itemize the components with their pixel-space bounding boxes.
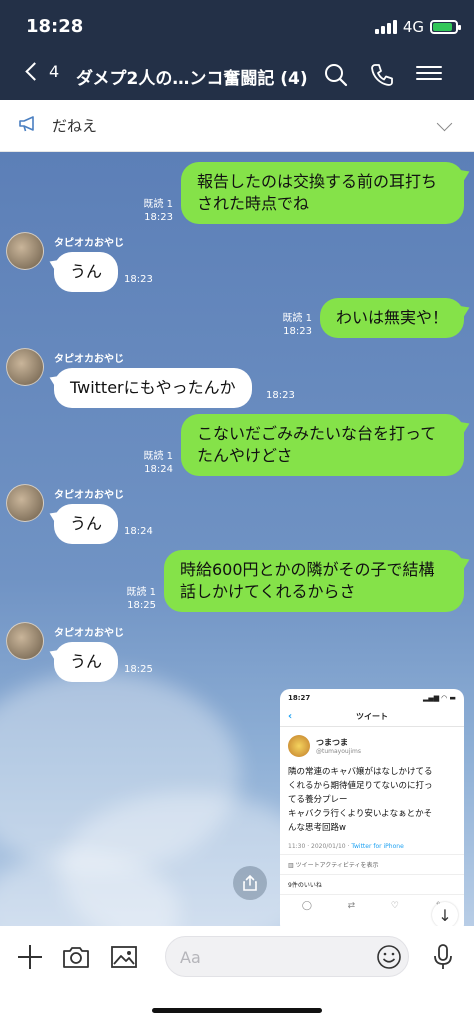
announcement-text: だねえ (52, 117, 98, 135)
message-row: 既読 1 18:23 わいは無実や！ (282, 298, 464, 338)
message-line: 話しかけてくれるからさ (180, 582, 356, 601)
message-row: 既読 1 18:24 こないだごみみたいな台を打って たんやけどさ (143, 414, 464, 476)
message-meta: 既読 1 18:25 (126, 586, 156, 612)
sender-name: タピオカおやじ (54, 490, 124, 501)
microphone-icon[interactable] (428, 942, 458, 972)
announcement-bar[interactable]: だねえ (0, 100, 474, 152)
message-meta: 既読 1 18:23 (282, 312, 312, 338)
message-input[interactable] (180, 946, 360, 968)
message-time: 18:23 (144, 212, 173, 223)
screenshot-avatar (288, 735, 310, 757)
received-message-bubble[interactable]: Twitterにもやったんか (54, 368, 252, 408)
megaphone-icon (18, 115, 38, 137)
message-row: 既読 1 18:23 報告したのは交換する前の耳打ち された時点でね (143, 162, 464, 224)
sent-message-bubble[interactable]: わいは無実や！ (319, 298, 464, 338)
reply-icon: ◯ (301, 901, 312, 911)
unread-count: 4 (49, 62, 60, 81)
sent-message-bubble[interactable]: 時給600円とかの隣がその子で結構 話しかけてくれるからさ (164, 550, 464, 612)
message-line: 時給600円とかの隣がその子で結構 (180, 560, 435, 579)
screenshot-back-icon: ‹ (288, 711, 293, 722)
screenshot-status-icons: ▂▄▆ ◠ ▬ (422, 694, 456, 702)
retweet-icon: ⇄ (347, 901, 356, 911)
chat-area[interactable]: 既読 1 18:23 報告したのは交換する前の耳打ち された時点でね タピオカお… (0, 152, 474, 926)
read-receipt: 既読 1 (143, 451, 173, 462)
screenshot-likes: 9件のいいね (280, 875, 464, 895)
back-button[interactable]: 4 (25, 62, 60, 81)
camera-icon[interactable] (61, 942, 91, 972)
message-time: 18:23 (266, 390, 295, 401)
avatar[interactable] (6, 232, 44, 270)
avatar[interactable] (6, 622, 44, 660)
search-icon[interactable] (323, 62, 349, 88)
input-bar (0, 926, 474, 1024)
screenshot-tweet-text: 隣の常連のキャバ嬢がはなしかけてる くれるから期待値足りてないのに打っ てる養分… (288, 767, 433, 833)
read-receipt: 既読 1 (282, 313, 312, 324)
message-line: わいは無実や！ (335, 308, 448, 327)
download-icon[interactable]: ↓ (432, 902, 458, 926)
image-icon[interactable] (109, 942, 139, 972)
received-message-bubble[interactable]: うん (54, 504, 119, 544)
screenshot-tweet-meta: 11:30 · 2020/01/10 · Twitter for iPhone (280, 839, 464, 855)
message-time: 18:25 (127, 600, 156, 611)
message-time: 18:25 (124, 664, 153, 675)
screenshot-user-name: つまつま (316, 738, 348, 747)
message-line: された時点でね (197, 194, 310, 213)
sent-message-bubble[interactable]: こないだごみみたいな台を打って たんやけどさ (181, 414, 464, 476)
signal-icon (374, 20, 397, 34)
chat-title: ダメプ2人の…ンコ奮闘記 (4) (76, 69, 308, 89)
chevron-down-icon[interactable] (436, 115, 453, 132)
message-time: 18:24 (144, 464, 173, 475)
plus-icon[interactable] (15, 942, 45, 972)
battery-icon (430, 20, 461, 34)
network-label: 4G (402, 18, 424, 36)
message-line: こないだごみみたいな台を打って (197, 424, 437, 443)
message-time: 18:23 (283, 326, 312, 337)
message-meta: 既読 1 18:23 (143, 198, 173, 224)
received-message-bubble[interactable]: うん (54, 642, 119, 682)
heart-icon: ♡ (390, 901, 399, 911)
phone-icon[interactable] (369, 62, 395, 88)
read-receipt: 既読 1 (126, 587, 156, 598)
share-icon (243, 874, 257, 891)
screenshot-activity: ▥ ツイートアクティビティを表示 (280, 855, 464, 875)
status-indicators: 4G (374, 18, 461, 36)
message-meta: 既読 1 18:24 (143, 450, 173, 476)
message-time: 18:24 (124, 526, 153, 537)
sender-name: タピオカおやじ (54, 628, 124, 639)
screenshot-user-handle: @tumayoujims (316, 748, 362, 755)
screenshot-time: 18:27 (288, 694, 311, 702)
sent-message-bubble[interactable]: 報告したのは交換する前の耳打ち された時点でね (181, 162, 464, 224)
menu-icon[interactable] (416, 62, 442, 88)
chevron-left-icon (25, 62, 44, 81)
chart-icon: ▥ (288, 862, 296, 869)
message-line: 報告したのは交換する前の耳打ち (197, 172, 438, 191)
image-message[interactable]: 18:27 ▂▄▆ ◠ ▬ ‹ ツイート つまつま @tumayoujims 隣… (280, 689, 464, 926)
message-row: 既読 1 18:25 時給600円とかの隣がその子で結構 話しかけてくれるからさ (126, 550, 464, 612)
received-message-bubble[interactable]: うん (54, 252, 119, 292)
screenshot-nav-title: ツイート (356, 712, 388, 721)
chat-header: 18:28 4G 4 ダメプ2人の…ンコ奮闘記 (4) (0, 0, 474, 100)
emoji-icon[interactable] (376, 944, 402, 970)
avatar[interactable] (6, 484, 44, 522)
sender-name: タピオカおやじ (54, 238, 124, 249)
message-line: たんやけどさ (197, 446, 293, 465)
read-receipt: 既読 1 (143, 199, 173, 210)
share-button[interactable] (233, 866, 267, 900)
sender-name: タピオカおやじ (54, 354, 124, 365)
avatar[interactable] (6, 348, 44, 386)
message-input-container (165, 936, 409, 977)
home-indicator (152, 1008, 322, 1013)
message-time: 18:23 (124, 274, 153, 285)
status-time: 18:28 (26, 16, 84, 37)
